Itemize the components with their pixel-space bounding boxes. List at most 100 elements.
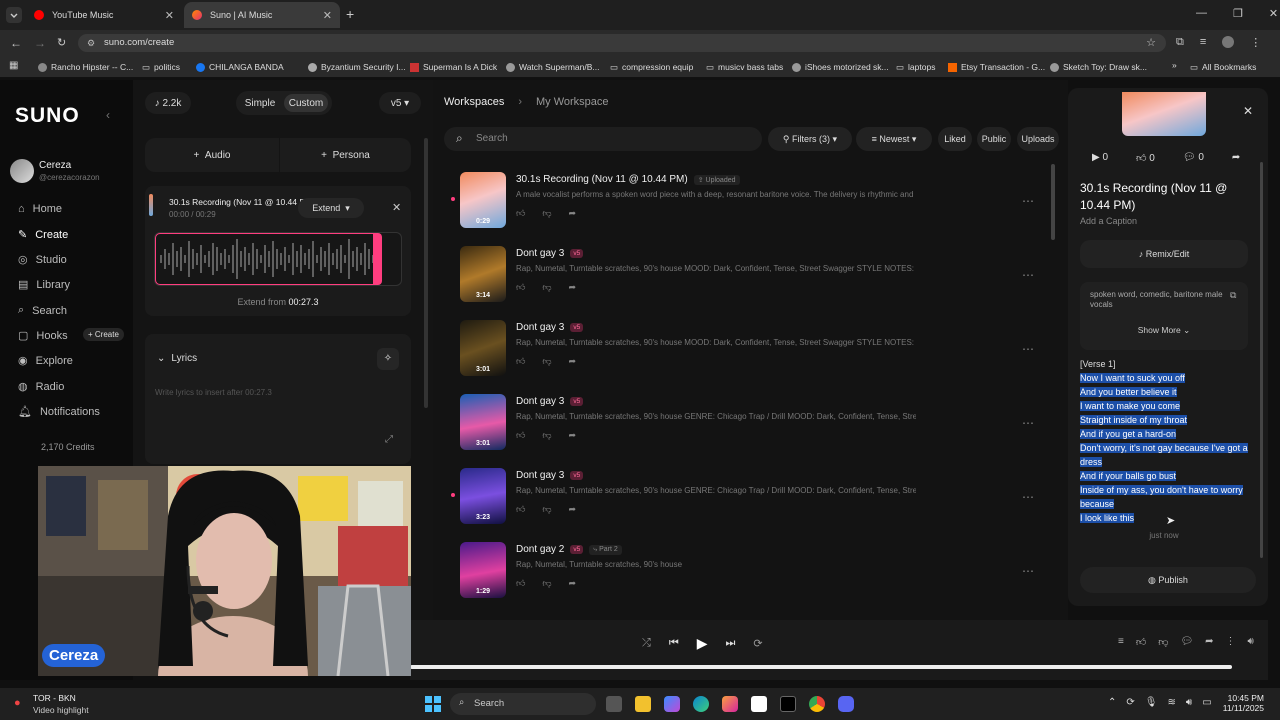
breadcrumb-current[interactable]: My Workspace xyxy=(536,96,609,108)
song-title[interactable]: Dont gay 3 xyxy=(516,322,564,333)
show-more-button[interactable]: Show More ⌄ xyxy=(1080,325,1248,336)
thumbs-up-icon[interactable]: 👍︎ xyxy=(516,208,525,219)
sort-button[interactable]: ≡ Newest ▾ xyxy=(856,127,932,151)
share-icon[interactable]: ➦ xyxy=(569,504,577,515)
song-title[interactable]: Dont gay 2 xyxy=(516,544,564,555)
comment-count[interactable]: 💬︎ 0 xyxy=(1183,152,1204,164)
weather-team[interactable]: TOR - BKN xyxy=(33,693,76,703)
bookmark-item[interactable]: Rancho Hipster -- C... xyxy=(38,60,133,74)
apps-grid-icon[interactable]: ▦ xyxy=(9,60,18,71)
thumbs-down-icon[interactable]: 👎︎ xyxy=(1158,636,1168,648)
notes-count-badge[interactable]: ♪ 2.2k xyxy=(145,92,191,114)
discord-icon[interactable] xyxy=(838,696,854,712)
microphone-icon[interactable]: 🎙︎ xyxy=(1145,697,1158,708)
workspace-scrollbar[interactable] xyxy=(1051,164,1055,240)
windows-start-icon[interactable] xyxy=(425,696,441,712)
volume-icon[interactable]: 🔊︎ xyxy=(1248,636,1254,648)
extend-button[interactable]: Extend ▾ xyxy=(298,198,364,218)
thumbs-up-icon[interactable]: 👍︎ xyxy=(516,578,525,589)
progress-bar[interactable] xyxy=(410,665,1232,669)
url-field[interactable]: ⚙ suno.com/create ☆ xyxy=(78,34,1166,52)
file-explorer-icon[interactable] xyxy=(635,696,651,712)
song-title[interactable]: Dont gay 3 xyxy=(516,248,564,259)
more-options-icon[interactable]: ⋯ xyxy=(1022,194,1034,208)
tab-search-button[interactable] xyxy=(6,7,22,23)
tab-suno[interactable]: Suno | AI Music ✕ xyxy=(184,2,340,28)
sidebar-item-radio[interactable]: ◍ Radio xyxy=(18,380,64,394)
suno-logo[interactable]: SUNO xyxy=(15,104,80,128)
search-input[interactable]: ⌕ Search xyxy=(444,127,762,151)
song-thumbnail[interactable]: 3:01 xyxy=(460,320,506,376)
play-icon[interactable]: ▶ xyxy=(697,635,708,652)
tab-youtube-music[interactable]: YouTube Music ✕ xyxy=(26,2,182,28)
bookmark-item[interactable]: ▭ politics xyxy=(142,60,180,74)
comment-icon[interactable]: 💬︎ xyxy=(1180,636,1193,648)
song-thumbnail[interactable]: 3:01 xyxy=(460,394,506,450)
wifi-icon[interactable]: ≋ xyxy=(1167,697,1175,708)
reload-icon[interactable]: ↻ xyxy=(57,36,66,49)
all-bookmarks[interactable]: ▭ All Bookmarks xyxy=(1190,60,1256,74)
close-window-icon[interactable]: ✕ xyxy=(1269,7,1278,20)
media-icon[interactable]: ≡ xyxy=(1200,36,1206,49)
mode-simple[interactable]: Simple xyxy=(240,94,280,112)
bookmark-item[interactable]: iShoes motorized sk... xyxy=(792,60,889,74)
thumbs-up-icon[interactable]: 👍︎ xyxy=(516,356,525,367)
remix-edit-button[interactable]: ♪ Remix/Edit xyxy=(1080,240,1248,268)
chrome-icon[interactable] xyxy=(809,696,825,712)
detail-cover[interactable] xyxy=(1122,92,1206,136)
bookmark-item[interactable]: Watch Superman/B... xyxy=(506,60,599,74)
lyrics-input[interactable]: Write lyrics to insert after 00:27.3 xyxy=(155,388,395,397)
star-icon[interactable]: ☆ xyxy=(1146,34,1156,52)
song-row[interactable]: 3:01 Dont gay 3 v5 Rap, Numetal, Turntabl… xyxy=(460,320,1034,390)
sidebar-item-create[interactable]: ✎ Create xyxy=(18,228,68,242)
minimize-icon[interactable]: — xyxy=(1196,7,1207,20)
bookmarks-overflow-icon[interactable]: » xyxy=(1172,60,1177,70)
more-options-icon[interactable]: ⋯ xyxy=(1022,268,1034,282)
song-thumbnail[interactable]: 3:23 xyxy=(460,468,506,524)
thumbs-down-icon[interactable]: 👎︎ xyxy=(542,356,551,367)
chip-public[interactable]: Public xyxy=(977,127,1011,151)
song-title[interactable]: Dont gay 3 xyxy=(516,396,564,407)
add-persona-button[interactable]: + Persona xyxy=(280,138,411,172)
copy-icon[interactable]: ⧉ xyxy=(1230,290,1236,301)
song-row[interactable]: 3:23 Dont gay 3 v5 Rap, Numetal, Turntabl… xyxy=(451,468,1034,538)
song-title[interactable]: Dont gay 3 xyxy=(516,470,564,481)
extensions-icon[interactable]: ⧉ xyxy=(1176,36,1184,49)
repeat-icon[interactable]: ⟳ xyxy=(753,637,762,650)
detail-scrollbar[interactable] xyxy=(1260,162,1263,558)
chip-uploads[interactable]: Uploads xyxy=(1017,127,1059,151)
hooks-create-button[interactable]: + Create xyxy=(83,328,124,341)
previous-icon[interactable]: ⏮ xyxy=(669,637,679,650)
thumbs-up-icon[interactable]: 👍︎ xyxy=(1136,636,1146,648)
site-info-icon[interactable]: ⚙ xyxy=(87,34,95,52)
share-icon[interactable]: ➦ xyxy=(1232,152,1240,164)
sidebar-item-explore[interactable]: ◉ Explore xyxy=(18,354,73,368)
next-icon[interactable]: ⏭ xyxy=(726,637,736,650)
thumbs-down-icon[interactable]: 👎︎ xyxy=(542,208,551,219)
sidebar-item-hooks[interactable]: ▢ Hooks xyxy=(18,329,68,343)
more-options-icon[interactable]: ⋯ xyxy=(1022,490,1034,504)
bookmark-item[interactable]: Sketch Toy: Draw sk... xyxy=(1050,60,1147,74)
caption-input[interactable]: Add a Caption xyxy=(1080,216,1137,226)
waveform[interactable] xyxy=(154,232,402,286)
shuffle-icon[interactable]: ⤮ xyxy=(642,637,651,650)
thumbs-down-icon[interactable]: 👎︎ xyxy=(542,504,551,515)
add-audio-button[interactable]: + Audio xyxy=(145,138,279,172)
bookmark-item[interactable]: Byzantium Security I... xyxy=(308,60,406,74)
song-row[interactable]: 3:01 Dont gay 3 v5 Rap, Numetal, Turntabl… xyxy=(460,394,1034,464)
thumbs-down-icon[interactable]: 👎︎ xyxy=(542,282,551,293)
forward-icon[interactable]: → xyxy=(34,36,46,50)
battery-icon[interactable]: ▭ xyxy=(1202,697,1211,708)
maximize-icon[interactable]: ❐ xyxy=(1233,7,1243,20)
thumbs-up-icon[interactable]: 👍︎ xyxy=(516,282,525,293)
share-icon[interactable]: ➦ xyxy=(1205,636,1213,648)
chip-liked[interactable]: Liked xyxy=(938,127,972,151)
sidebar-item-search[interactable]: ⌕ Search xyxy=(18,304,67,317)
thumbs-up-icon[interactable]: 👍︎ xyxy=(516,430,525,441)
profile-avatar-icon[interactable] xyxy=(1222,36,1235,48)
sidebar-item-studio[interactable]: ◎ Studio xyxy=(18,253,67,267)
song-thumbnail[interactable]: 1:29 xyxy=(460,542,506,598)
task-view-icon[interactable] xyxy=(606,696,622,712)
close-icon[interactable]: ✕ xyxy=(323,9,332,22)
close-icon[interactable]: ✕ xyxy=(165,9,174,22)
